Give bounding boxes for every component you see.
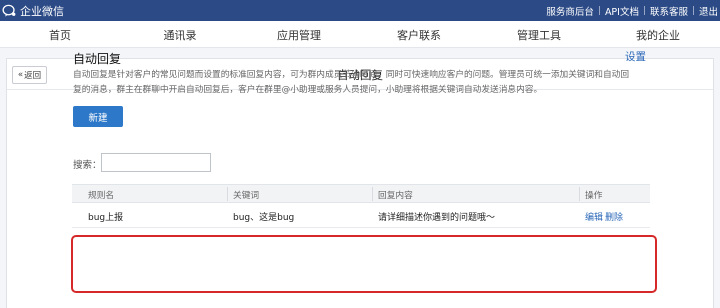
nav-item-customer-contact[interactable]: 客户联系	[374, 27, 464, 43]
contact-support-link[interactable]: 联系客服	[650, 4, 688, 18]
nav-item-home[interactable]: 首页	[15, 27, 105, 43]
edit-link[interactable]: 编辑	[585, 210, 603, 223]
service-provider-link[interactable]: 服务商后台	[546, 4, 594, 18]
main-nav: 首页 通讯录 应用管理 客户联系 管理工具 我的企业	[0, 21, 720, 48]
nav-item-management-tools[interactable]: 管理工具	[494, 27, 584, 43]
section-title: 自动回复	[73, 52, 122, 66]
wecom-logo-icon	[2, 4, 16, 17]
settings-link[interactable]: 设置	[625, 49, 646, 64]
brand[interactable]: 企业微信	[2, 2, 64, 19]
column-header-rule-name: 规则名	[88, 191, 115, 201]
keywords-cell: bug、这是bug	[233, 213, 295, 223]
column-divider	[372, 187, 373, 201]
divider	[643, 6, 645, 15]
nav-item-my-company[interactable]: 我的企业	[613, 27, 703, 43]
back-button[interactable]: « 返回	[12, 66, 47, 84]
rules-table: 规则名 关键词 回复内容 操作 bug上报 bug、这是bug 请详细描述你遇到…	[72, 184, 650, 228]
delete-link[interactable]: 删除	[605, 210, 623, 223]
section-description: 自动回复是针对客户的常见问题而设置的标准回复内容，可为群内成员节省时间，同时可快…	[73, 70, 629, 95]
column-divider	[579, 187, 580, 201]
back-label: 返回	[24, 71, 42, 81]
reply-content-cell: 请详细描述你遇到的问题哦～	[378, 213, 496, 223]
table-row: bug上报 bug、这是bug 请详细描述你遇到的问题哦～ 编辑 删除	[72, 203, 650, 228]
top-bar: 企业微信 服务商后台 API文档 联系客服 退出	[0, 0, 720, 21]
search-label: 搜索：	[73, 160, 102, 171]
rule-name-cell: bug上报	[88, 213, 124, 223]
column-divider	[227, 187, 228, 201]
column-header-reply-content: 回复内容	[378, 191, 413, 201]
search-input[interactable]	[101, 153, 211, 172]
table-header: 规则名 关键词 回复内容 操作	[72, 184, 650, 203]
brand-name: 企业微信	[20, 4, 64, 18]
divider	[598, 6, 600, 15]
column-header-keywords: 关键词	[233, 191, 260, 201]
column-header-actions: 操作	[585, 191, 603, 201]
nav-item-contacts[interactable]: 通讯录	[135, 27, 225, 43]
chevron-left-icon: «	[17, 70, 24, 80]
nav-item-app-management[interactable]: 应用管理	[254, 27, 344, 43]
api-docs-link[interactable]: API文档	[605, 4, 639, 18]
logout-link[interactable]: 退出	[699, 4, 718, 18]
new-button[interactable]: 新建	[73, 106, 123, 127]
top-links: 服务商后台 API文档 联系客服 退出	[546, 3, 718, 18]
divider	[692, 6, 694, 15]
